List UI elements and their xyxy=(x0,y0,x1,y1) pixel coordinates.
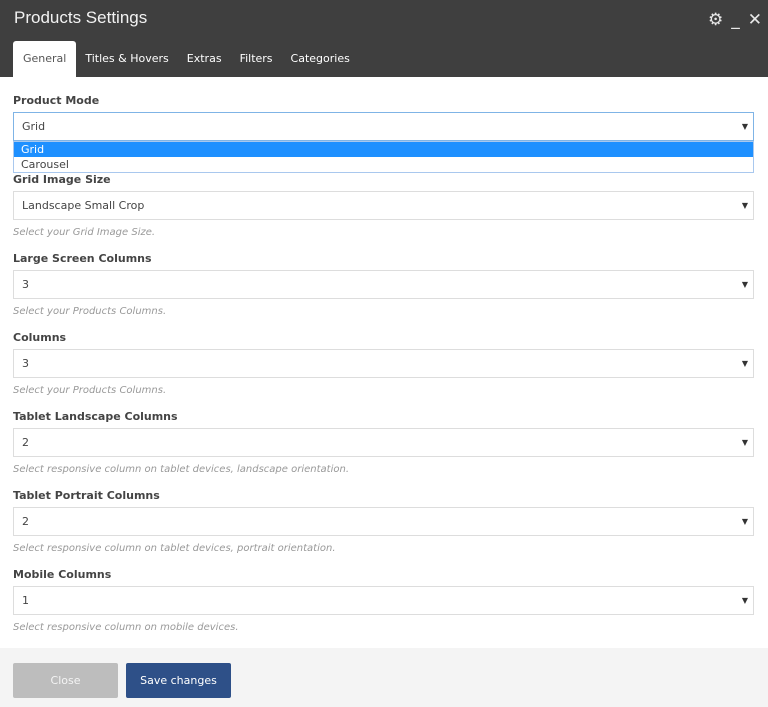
dropdown-option-grid[interactable]: Grid xyxy=(14,142,753,157)
help-text: Select responsive column on tablet devic… xyxy=(13,543,336,554)
field-label: Large Screen Columns xyxy=(13,252,152,265)
help-text: Select responsive column on tablet devic… xyxy=(13,464,349,475)
caret-down-icon: ▼ xyxy=(741,596,748,605)
select-value: 3 xyxy=(22,357,29,370)
dropdown-option-carousel[interactable]: Carousel xyxy=(14,157,753,172)
save-changes-button[interactable]: Save changes xyxy=(126,663,231,698)
select-value: 2 xyxy=(22,436,29,449)
help-text: Select your Products Columns. xyxy=(13,306,167,317)
tab-filters[interactable]: Filters xyxy=(231,41,282,77)
modal-header: Products Settings ⚙ _ ✕ General Titles &… xyxy=(0,0,768,77)
caret-down-icon: ▼ xyxy=(741,438,748,447)
caret-down-icon: ▼ xyxy=(741,517,748,526)
field-label: Columns xyxy=(13,331,67,344)
field-tablet-portrait-columns: Tablet Portrait Columns 2 ▼ Select respon… xyxy=(13,487,754,566)
tab-categories[interactable]: Categories xyxy=(282,41,359,77)
modal-footer: Close Save changes xyxy=(0,648,768,707)
product-mode-select[interactable]: Grid ▼ xyxy=(13,112,754,141)
product-mode-dropdown: Grid Carousel xyxy=(13,141,754,173)
caret-down-icon: ▼ xyxy=(741,359,748,368)
caret-down-icon: ▼ xyxy=(741,280,748,289)
columns-select[interactable]: 3 ▼ xyxy=(13,349,754,378)
mobile-columns-select[interactable]: 1 ▼ xyxy=(13,586,754,615)
help-text: Select responsive column on mobile devic… xyxy=(13,622,239,633)
field-columns: Columns 3 ▼ Select your Products Columns. xyxy=(13,329,754,408)
grid-image-size-select[interactable]: Landscape Small Crop ▼ xyxy=(13,191,754,220)
help-text: Select your Grid Image Size. xyxy=(13,227,156,238)
select-value: 1 xyxy=(22,594,29,607)
field-grid-image-size: Grid Image Size Landscape Small Crop ▼ Se… xyxy=(13,171,754,250)
settings-form: Product Mode Grid ▼ Grid Image Size Lands… xyxy=(13,92,754,645)
close-button[interactable]: Close xyxy=(13,663,118,698)
help-text: Select your Products Columns. xyxy=(13,385,167,396)
field-label: Product Mode xyxy=(13,94,100,107)
select-value: 3 xyxy=(22,278,29,291)
tablet-landscape-columns-select[interactable]: 2 ▼ xyxy=(13,428,754,457)
large-screen-columns-select[interactable]: 3 ▼ xyxy=(13,270,754,299)
field-large-screen-columns: Large Screen Columns 3 ▼ Select your Prod… xyxy=(13,250,754,329)
field-tablet-landscape-columns: Tablet Landscape Columns 2 ▼ Select respo… xyxy=(13,408,754,487)
gear-icon[interactable]: ⚙ xyxy=(708,10,723,30)
field-label: Tablet Landscape Columns xyxy=(13,410,178,423)
tab-titles-hovers[interactable]: Titles & Hovers xyxy=(76,41,177,77)
tab-general[interactable]: General xyxy=(13,41,77,77)
select-value: 2 xyxy=(22,515,29,528)
tab-extras[interactable]: Extras xyxy=(178,41,231,77)
caret-down-icon: ▼ xyxy=(741,122,748,131)
tablet-portrait-columns-select[interactable]: 2 ▼ xyxy=(13,507,754,536)
select-value: Grid xyxy=(22,120,46,133)
minimize-icon[interactable]: _ xyxy=(731,10,740,30)
select-value: Landscape Small Crop xyxy=(22,199,145,212)
field-label: Tablet Portrait Columns xyxy=(13,489,160,502)
field-label: Mobile Columns xyxy=(13,568,112,581)
tab-bar: General Titles & Hovers Extras Filters C… xyxy=(13,41,359,77)
field-mobile-columns: Mobile Columns 1 ▼ Select responsive colu… xyxy=(13,566,754,645)
modal-title: Products Settings xyxy=(14,8,148,27)
field-label: Grid Image Size xyxy=(13,173,111,186)
close-icon[interactable]: ✕ xyxy=(748,10,762,30)
caret-down-icon: ▼ xyxy=(741,201,748,210)
